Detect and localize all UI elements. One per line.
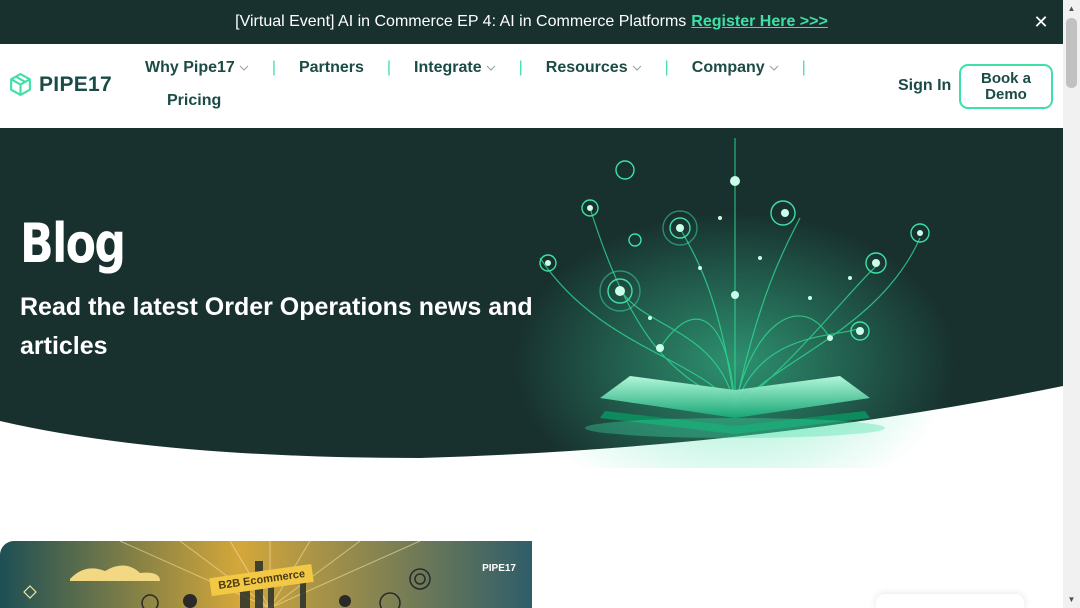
scrollbar-thumb[interactable] xyxy=(1066,18,1077,88)
nav-item-company[interactable]: Company xyxy=(692,59,779,77)
nav-item-label: Company xyxy=(691,59,765,76)
page-scrollbar[interactable]: ▲ ▼ xyxy=(1063,0,1080,608)
logo-text: PIPE17 xyxy=(39,72,113,96)
nav-menu: Why Pipe17 | Partners | Integrate | Reso… xyxy=(145,59,829,77)
main-navigation: PIPE17 Why Pipe17 | Partners | Integrate… xyxy=(0,44,1063,128)
featured-post-image[interactable]: B2B Ecommerce PIPE17 xyxy=(0,541,532,608)
nav-item-resources[interactable]: Resources xyxy=(546,59,642,77)
nav-divider: | xyxy=(518,59,523,76)
scroll-up-arrow-icon[interactable]: ▲ xyxy=(1063,0,1080,17)
post-brand-watermark: PIPE17 xyxy=(482,563,516,574)
nav-item-why-pipe17[interactable]: Why Pipe17 xyxy=(145,59,249,77)
nav-item-pricing[interactable]: Pricing xyxy=(167,92,221,110)
book-demo-label-line2: Demo xyxy=(985,86,1027,103)
book-demo-label-line1: Book a xyxy=(980,70,1031,87)
nav-item-label: Resources xyxy=(545,59,628,76)
page-title: Blog xyxy=(20,212,126,275)
logo[interactable]: PIPE17 xyxy=(8,72,112,97)
nav-divider: | xyxy=(664,59,669,76)
announcement-text: [Virtual Event] AI in Commerce EP 4: AI … xyxy=(235,13,687,30)
nav-item-partners[interactable]: Partners xyxy=(299,59,364,77)
cube-logo-icon xyxy=(10,73,31,96)
page-subtitle: Read the latest Order Operations news an… xyxy=(20,293,533,360)
announcement-bar: [Virtual Event] AI in Commerce EP 4: AI … xyxy=(0,0,1063,44)
nav-item-label: Partners xyxy=(298,59,364,76)
chevron-down-icon xyxy=(769,65,779,71)
nav-item-integrate[interactable]: Integrate xyxy=(414,59,496,77)
chevron-down-icon xyxy=(486,65,496,71)
register-link[interactable]: Register Here >>> xyxy=(691,13,828,31)
nav-item-label: Integrate xyxy=(414,59,482,76)
book-demo-button[interactable]: Book a Demo xyxy=(959,64,1053,109)
nav-divider: | xyxy=(801,59,806,76)
sidebar-card xyxy=(876,594,1024,608)
nav-divider: | xyxy=(271,59,276,76)
hero-section: Blog Read the latest Order Operations ne… xyxy=(0,128,1063,468)
close-icon[interactable]: ✕ xyxy=(1031,12,1051,32)
nav-divider: | xyxy=(386,59,392,76)
nav-item-label: Why Pipe17 xyxy=(145,59,235,76)
chevron-down-icon xyxy=(239,65,249,71)
sign-in-link[interactable]: Sign In xyxy=(898,77,951,95)
scroll-down-arrow-icon[interactable]: ▼ xyxy=(1063,591,1080,608)
chevron-down-icon xyxy=(632,65,642,71)
